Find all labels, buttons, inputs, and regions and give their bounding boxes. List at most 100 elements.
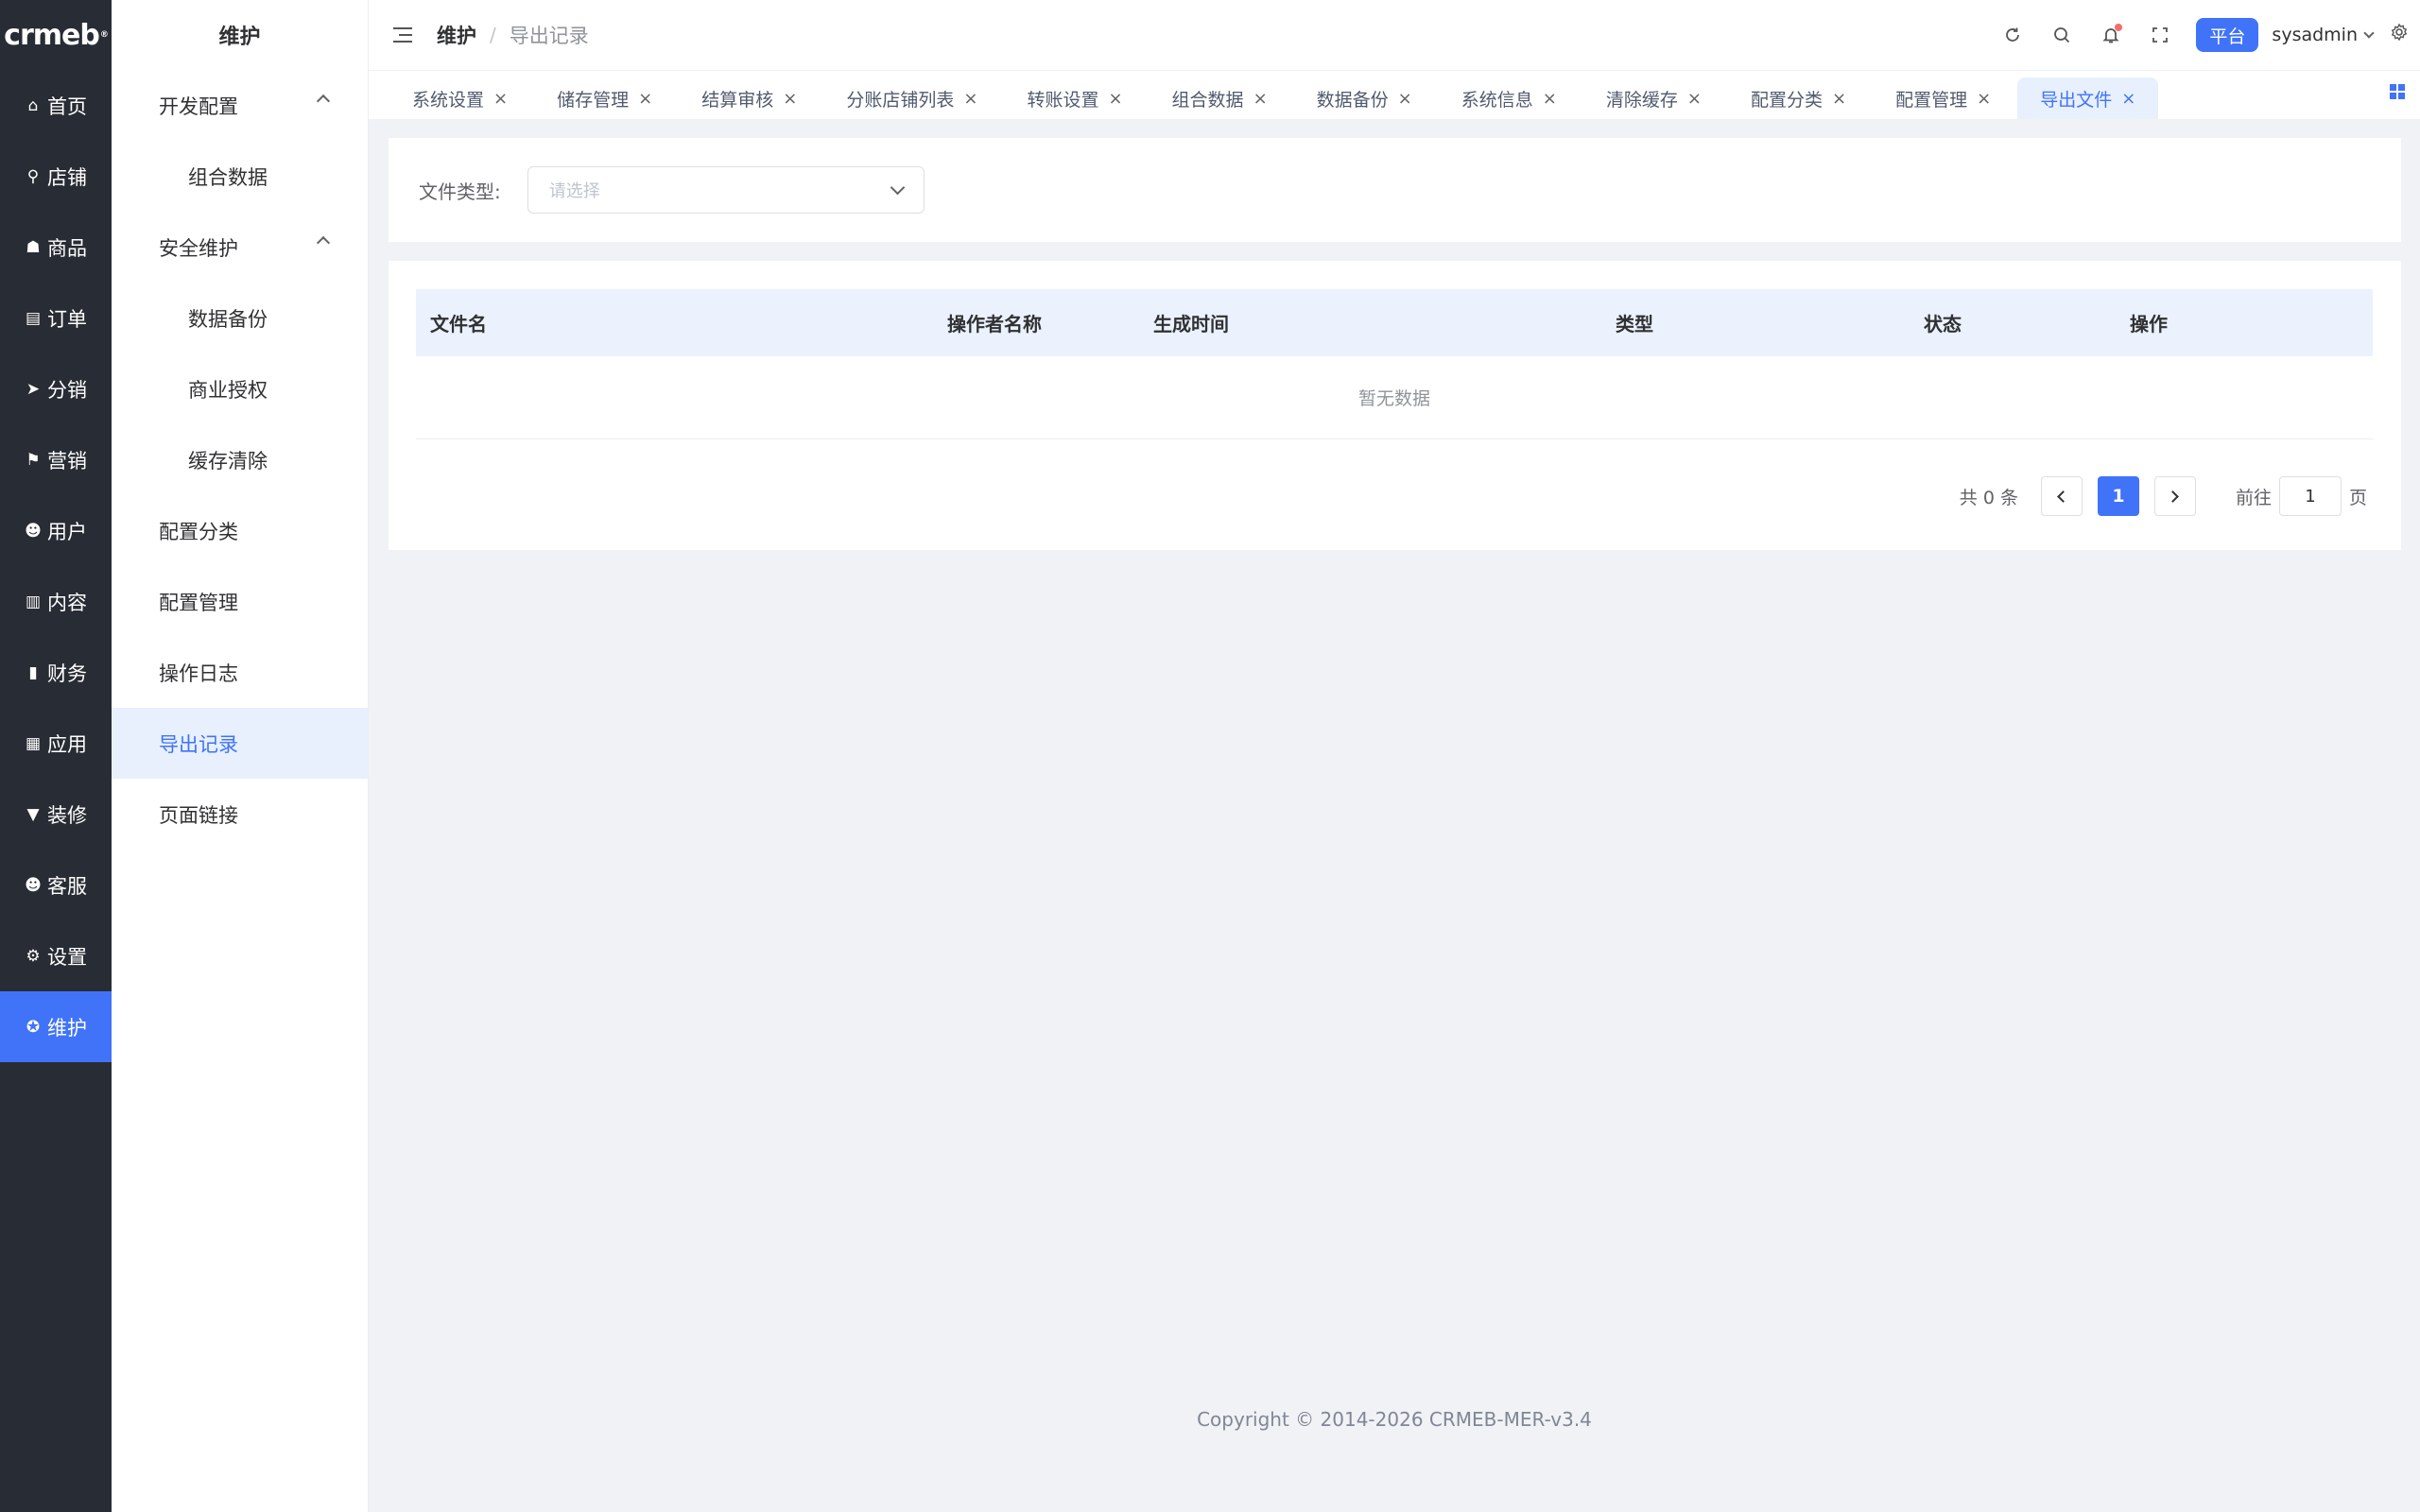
nav-item-label: 应用 — [47, 732, 87, 756]
menu-collapse-icon[interactable] — [393, 27, 412, 43]
nav-item-10[interactable]: ▼ 装修 — [0, 779, 112, 850]
subnav-item-8[interactable]: 操作日志 — [112, 637, 368, 708]
close-icon[interactable]: × — [638, 89, 652, 109]
tab-label: 系统信息 — [1461, 89, 1533, 111]
nav-item-2[interactable]: ☗ 商品 — [0, 212, 112, 283]
breadcrumb-parent[interactable]: 维护 — [437, 21, 476, 49]
next-page-button[interactable] — [2153, 476, 2196, 516]
subnav-item-label: 开发配置 — [159, 94, 238, 118]
close-icon[interactable]: × — [1832, 89, 1846, 109]
book-icon: ▥ — [25, 592, 42, 611]
subnav-items: 开发配置组合数据安全维护数据备份商业授权缓存清除 配置分类 配置管理 操作日志 导出记录… — [112, 70, 368, 850]
main-nav: crmeb ® ⌂ 首页 ⚲ 店铺 ☗ 商品 ▤ 订单 ➤ 分销 ⚑ 营销 ☻ 用户 ▥ 内容 ▮ 财务 ▦ 应用 ▼ 装修… — [0, 0, 112, 1512]
sub-nav: 维护 开发配置 组合数据 安全维护 数据备份 商业授权 缓存清除 配置分类 配置管理 操作日志导… — [112, 0, 369, 1512]
tab-5[interactable]: 组合数据 × — [1172, 77, 1285, 119]
search-icon[interactable] — [2037, 26, 2086, 44]
tab-9[interactable]: 配置分类 × — [1751, 77, 1863, 119]
close-icon[interactable]: × — [2121, 89, 2135, 109]
nav-item-7[interactable]: ▥ 内容 — [0, 566, 112, 637]
logo-mark: ® — [99, 30, 109, 40]
tab-grid-icon[interactable] — [2390, 84, 2405, 99]
table-header: 文件名 操作者名称 生成时间 类型 状态 操作 — [416, 289, 2373, 356]
goto-page-input[interactable]: 1 — [2278, 476, 2342, 516]
prev-page-button[interactable] — [2040, 476, 2083, 516]
tab-10[interactable]: 配置管理 × — [1895, 77, 2008, 119]
subnav-item-9[interactable]: 导出记录 — [112, 708, 368, 779]
subnav-item-7[interactable]: 配置管理 — [112, 566, 368, 637]
subnav-item-label: 安全维护 — [159, 236, 238, 260]
close-icon[interactable]: × — [1543, 89, 1557, 109]
close-icon[interactable]: × — [1398, 89, 1412, 109]
settings-icon[interactable] — [2390, 23, 2409, 47]
tab-8[interactable]: 清除缓存 × — [1606, 77, 1719, 119]
nav-item-3[interactable]: ▤ 订单 — [0, 283, 112, 353]
user-icon: ☻ — [25, 521, 42, 541]
tab-2[interactable]: 结算审核 × — [701, 77, 814, 119]
close-icon[interactable]: × — [1253, 89, 1268, 109]
subnav-item-1[interactable]: 组合数据 — [112, 141, 368, 212]
nav-item-8[interactable]: ▮ 财务 — [0, 637, 112, 708]
nav-item-label: 分销 — [47, 378, 87, 402]
tab-7[interactable]: 系统信息 × — [1461, 77, 1574, 119]
nav-item-label: 订单 — [47, 307, 87, 331]
pagination: 共 0 条 1 前往 1 页 — [1960, 476, 2367, 516]
nav-item-13[interactable]: ✪ 维护 — [0, 991, 112, 1062]
close-icon[interactable]: × — [783, 89, 797, 109]
tab-1[interactable]: 储存管理 × — [557, 77, 669, 119]
nav-item-9[interactable]: ▦ 应用 — [0, 708, 112, 779]
store-icon: ⚲ — [26, 166, 40, 186]
tab-label: 配置管理 — [1895, 89, 1968, 111]
home-icon: ⌂ — [27, 95, 39, 115]
column-filename: 文件名 — [430, 313, 487, 335]
chevron-right-icon — [2167, 490, 2180, 503]
nav-item-1[interactable]: ⚲ 店铺 — [0, 141, 112, 212]
close-icon[interactable]: × — [1108, 89, 1122, 109]
top-header: 维护 / 导出记录 平台 sysadmin — [369, 0, 2420, 70]
chevron-up-icon — [316, 235, 331, 250]
page-number-button[interactable]: 1 — [2097, 476, 2139, 516]
nav-item-label: 财务 — [47, 662, 87, 685]
subnav-item-2[interactable]: 安全维护 — [112, 212, 368, 283]
filter-card: 文件类型: 请选择 — [389, 138, 2401, 242]
nav-item-11[interactable]: ☻ 客服 — [0, 850, 112, 920]
close-icon[interactable]: × — [963, 89, 977, 109]
tab-4[interactable]: 转账设置 × — [1027, 77, 1139, 119]
subnav-item-0[interactable]: 开发配置 — [112, 70, 368, 141]
fullscreen-icon[interactable] — [2135, 26, 2185, 44]
nav-item-0[interactable]: ⌂ 首页 — [0, 70, 112, 141]
tab-label: 数据备份 — [1316, 89, 1389, 111]
subnav-item-10[interactable]: 页面链接 — [112, 779, 368, 850]
bell-icon[interactable] — [2086, 24, 2135, 44]
nav-item-4[interactable]: ➤ 分销 — [0, 353, 112, 424]
platform-badge[interactable]: 平台 — [2196, 18, 2259, 52]
nav-item-label: 设置 — [47, 945, 87, 969]
subnav-item-6[interactable]: 配置分类 — [112, 495, 368, 566]
header-actions: 平台 sysadmin — [1988, 0, 2420, 70]
subnav-item-5[interactable]: 缓存清除 — [112, 424, 368, 495]
subnav-item-4[interactable]: 商业授权 — [112, 353, 368, 424]
file-type-select[interactable]: 请选择 — [527, 166, 925, 214]
close-icon[interactable]: × — [493, 89, 508, 109]
tab-list: 系统设置 × 储存管理 × 结算审核 × 分账店铺列表 × 转账设置 × 组合数据 × 数据备份 × 系统信… — [412, 71, 2190, 119]
subnav-item-label: 组合数据 — [188, 165, 268, 189]
logo[interactable]: crmeb ® — [0, 0, 112, 70]
user-menu[interactable]: sysadmin — [2272, 25, 2375, 45]
file-type-placeholder: 请选择 — [548, 181, 600, 201]
tab-6[interactable]: 数据备份 × — [1317, 77, 1429, 119]
close-icon[interactable]: × — [1977, 89, 1991, 109]
nav-item-12[interactable]: ⚙ 设置 — [0, 920, 112, 991]
tab-3[interactable]: 分账店铺列表 × — [846, 77, 994, 119]
nav-item-5[interactable]: ⚑ 营销 — [0, 424, 112, 495]
subnav-item-3[interactable]: 数据备份 — [112, 283, 368, 353]
subnav-item-label: 商业授权 — [188, 378, 268, 402]
tab-0[interactable]: 系统设置 × — [412, 77, 525, 119]
chevron-down-icon — [890, 180, 906, 196]
nav-item-6[interactable]: ☻ 用户 — [0, 495, 112, 566]
tab-label: 转账设置 — [1027, 89, 1099, 111]
empty-state: 暂无数据 — [416, 356, 2373, 439]
refresh-icon[interactable] — [1988, 26, 2037, 44]
nav-item-label: 客服 — [47, 874, 87, 898]
tab-11[interactable]: 导出文件 × — [2017, 77, 2159, 119]
close-icon[interactable]: × — [1687, 89, 1702, 109]
column-type: 类型 — [1616, 313, 1653, 335]
